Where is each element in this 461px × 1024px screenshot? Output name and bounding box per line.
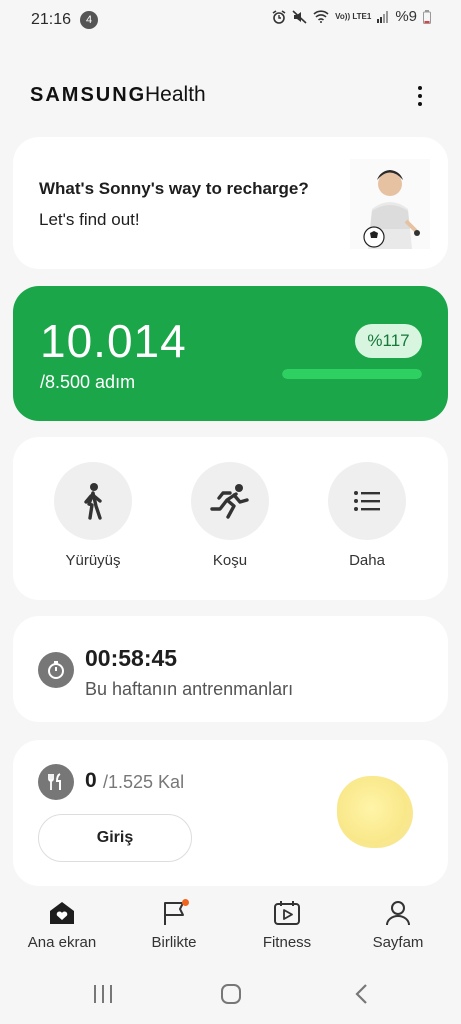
person-icon [348, 898, 448, 928]
nav-fitness-label: Fitness [262, 934, 312, 951]
steps-progress-fill [282, 369, 422, 379]
more-dot-icon [418, 86, 422, 90]
network-label: Vo)) LTE1 [335, 11, 372, 21]
walk-label: Yürüyüş [65, 552, 121, 569]
promo-title: What's Sonny's way to recharge? [39, 179, 309, 198]
system-navigation-bar [0, 962, 461, 1024]
home-square-icon [221, 984, 241, 1004]
list-icon [354, 491, 380, 511]
more-label: Daha [349, 552, 385, 569]
alarm-icon [272, 9, 286, 24]
app-name: Health [145, 83, 206, 106]
nav-home-label: Ana ekran [27, 934, 97, 951]
nav-together[interactable]: Birlikte [124, 898, 224, 951]
more-options-button[interactable] [408, 82, 432, 110]
workout-card[interactable]: 00:58:45 Bu haftanın antrenmanları [13, 616, 448, 722]
walk-icon [84, 483, 102, 520]
action-more[interactable]: Daha [317, 462, 417, 569]
run-icon [210, 484, 249, 519]
action-run[interactable]: Koşu [180, 462, 280, 569]
food-calories: 0 [85, 769, 97, 792]
steps-count: 10.014 [40, 315, 187, 367]
calendar-play-icon [237, 898, 337, 928]
nav-fitness[interactable]: Fitness [237, 898, 337, 951]
nav-profile-label: Sayfam [372, 934, 424, 951]
steps-progress-bar [282, 369, 422, 379]
workout-time: 00:58:45 [85, 645, 178, 671]
signal-icon [377, 10, 389, 23]
nav-profile[interactable]: Sayfam [348, 898, 448, 951]
mute-icon [292, 9, 307, 24]
food-calorie-goal: /1.525 Kal [103, 772, 185, 792]
notification-count-badge: 4 [80, 11, 98, 29]
steps-card[interactable]: 10.014 /8.500 adım %117 [13, 286, 448, 421]
home-heart-icon [12, 898, 112, 928]
recent-apps-button[interactable] [83, 980, 123, 1008]
stopwatch-icon [38, 652, 74, 688]
battery-percent: %9 [395, 8, 417, 25]
quick-actions-card: Yürüyüş Koşu Daha [13, 437, 448, 600]
nav-home[interactable]: Ana ekran [12, 898, 112, 951]
status-time: 21:16 [31, 11, 72, 28]
recent-apps-icon [94, 985, 112, 1003]
battery-icon [423, 9, 431, 24]
brand-logo: SAMSUNG [30, 84, 147, 106]
promo-card[interactable]: What's Sonny's way to recharge? Let's fi… [13, 137, 448, 269]
nav-together-label: Birlikte [151, 934, 197, 951]
more-dot-icon [418, 102, 422, 106]
more-dot-icon [418, 94, 422, 98]
status-bar: 21:16 4 Vo)) LTE1 %9 [0, 0, 461, 40]
food-entry-button[interactable]: Giriş [38, 814, 192, 862]
food-card[interactable]: 0 /1.525 Kal Giriş [13, 740, 448, 886]
status-icons: Vo)) LTE1 %9 [272, 8, 431, 25]
flag-icon [124, 898, 224, 928]
app-header: SAMSUNG Health [30, 82, 432, 112]
bottom-navigation: Ana ekran Birlikte Fitness Sayfam [0, 890, 461, 960]
action-walk[interactable]: Yürüyüş [43, 462, 143, 569]
lemon-illustration [337, 776, 413, 848]
cutlery-icon [38, 764, 74, 800]
run-label: Koşu [212, 552, 248, 569]
promo-person-image [350, 159, 430, 249]
walk-button[interactable] [54, 462, 132, 540]
workout-subtitle: Bu haftanın antrenmanları [85, 679, 294, 699]
run-button[interactable] [191, 462, 269, 540]
back-button[interactable] [342, 980, 382, 1008]
back-icon [355, 984, 367, 1004]
wifi-icon [313, 10, 329, 23]
more-button[interactable] [328, 462, 406, 540]
steps-goal: /8.500 adım [40, 372, 136, 392]
home-button[interactable] [211, 980, 251, 1008]
notification-dot [182, 899, 189, 906]
promo-subtitle: Let's find out! [39, 210, 140, 229]
steps-percent-badge: %117 [355, 324, 422, 358]
